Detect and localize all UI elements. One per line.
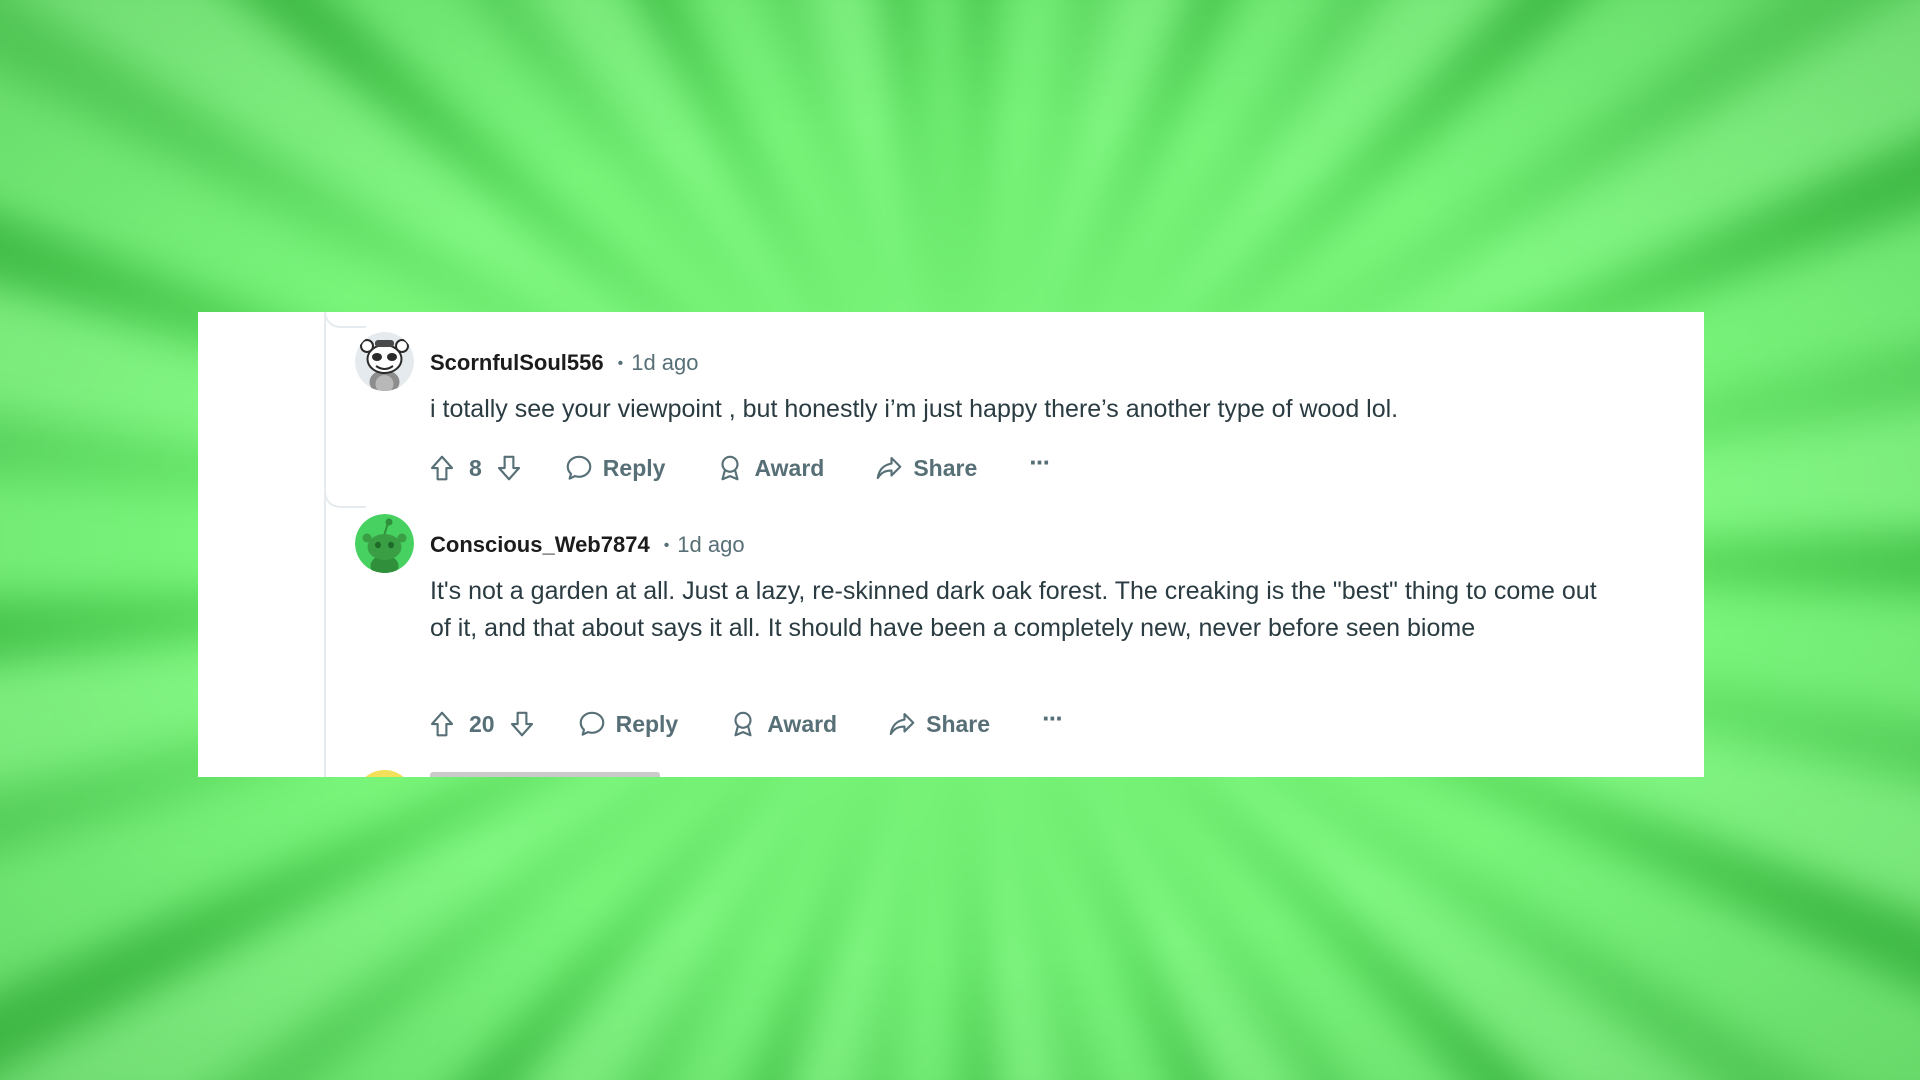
robot-snoo-avatar-icon [355, 332, 414, 391]
cut-off-username [430, 772, 660, 777]
speech-bubble-icon [566, 455, 592, 480]
username-link[interactable]: ScornfulSoul556 [430, 350, 604, 375]
downvote-button[interactable] [494, 453, 524, 483]
reply-label: Reply [615, 710, 679, 737]
meta-separator: • [663, 537, 670, 554]
thread-branch [324, 312, 366, 328]
award-button[interactable]: Award [715, 453, 824, 483]
thread-branch [324, 488, 366, 508]
award-label: Award [767, 710, 838, 737]
arrow-down-icon [497, 455, 520, 481]
meta-separator: • [617, 355, 624, 372]
arrow-down-icon [510, 711, 533, 737]
award-ribbon-icon [734, 711, 752, 737]
award-label: Award [754, 454, 825, 481]
avatar[interactable] [355, 514, 414, 573]
thread-line[interactable] [324, 312, 326, 777]
comment-action-bar: 20 Reply Award Share ··· [427, 703, 1064, 744]
reply-button[interactable]: Reply [564, 453, 666, 483]
share-arrow-icon [877, 456, 902, 480]
comment-body: i totally see your viewpoint , but hones… [430, 395, 1399, 423]
more-options-button[interactable]: ··· [1029, 447, 1051, 478]
share-button[interactable]: Share [874, 453, 977, 483]
reply-button[interactable]: Reply [577, 709, 679, 739]
username-link[interactable]: Conscious_Web7874 [430, 532, 650, 557]
vote-count: 8 [469, 454, 482, 481]
comment-thread-card: ScornfulSoul556 • 1d ago i totally see you… [198, 312, 1704, 777]
green-snoo-avatar-icon [355, 514, 414, 573]
award-ribbon-icon [721, 455, 739, 481]
arrow-up-icon [430, 455, 454, 481]
share-label: Share [913, 454, 978, 481]
comment-item: ScornfulSoul556 • 1d ago i totally see you… [355, 332, 1655, 482]
share-button[interactable]: Share [887, 709, 990, 739]
comment-action-bar: 8 Reply Award Share ··· [427, 447, 1051, 488]
share-arrow-icon [889, 712, 915, 736]
avatar[interactable] [355, 332, 414, 391]
award-button[interactable]: Award [728, 709, 837, 739]
comment-body: It's not a garden at all. Just a lazy, r… [430, 577, 1597, 642]
upvote-button[interactable] [427, 709, 457, 739]
comment-item: Conscious_Web7874 • 1d ago It's not a gard… [355, 514, 1655, 774]
timestamp[interactable]: 1d ago [631, 350, 698, 375]
upvote-button[interactable] [427, 453, 457, 483]
comment-meta: ScornfulSoul556 • 1d ago [430, 350, 699, 379]
arrow-up-icon [430, 711, 454, 737]
more-options-button[interactable]: ··· [1042, 703, 1064, 734]
comment-meta: Conscious_Web7874 • 1d ago [430, 532, 745, 561]
downvote-button[interactable] [507, 709, 537, 739]
reply-label: Reply [602, 454, 666, 481]
vote-count: 20 [469, 710, 495, 737]
speech-bubble-icon [579, 711, 604, 736]
share-label: Share [926, 710, 991, 737]
timestamp[interactable]: 1d ago [677, 532, 744, 557]
